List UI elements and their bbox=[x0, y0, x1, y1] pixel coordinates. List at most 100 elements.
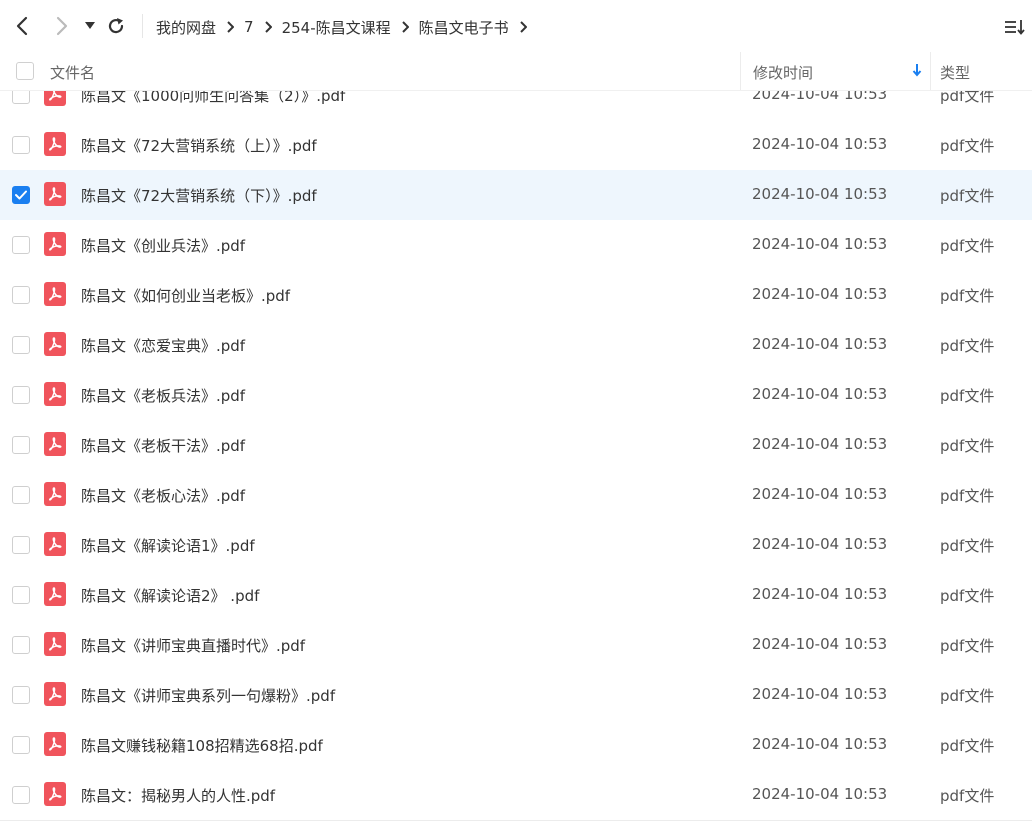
breadcrumb: 我的网盘 7 254-陈昌文课程 陈昌文电子书 bbox=[156, 15, 537, 39]
chevron-right-icon bbox=[56, 16, 68, 36]
file-type: pdf文件 bbox=[940, 387, 995, 405]
file-row[interactable]: 陈昌文《创业兵法》.pdf 2024-10-04 10:53 pdf文件 bbox=[0, 220, 1032, 270]
sort-options-button[interactable] bbox=[1004, 16, 1026, 38]
pdf-file-icon bbox=[44, 682, 66, 706]
column-header-time-label: 修改时间 bbox=[753, 64, 814, 82]
pdf-file-icon bbox=[44, 532, 66, 556]
pdf-file-icon bbox=[44, 732, 66, 756]
pdf-file-icon bbox=[44, 382, 66, 406]
file-row[interactable]: 陈昌文《讲师宝典系列一句爆粉》.pdf 2024-10-04 10:53 pdf文件 bbox=[0, 670, 1032, 720]
file-type: pdf文件 bbox=[940, 337, 995, 355]
column-header-name[interactable]: 文件名 bbox=[50, 62, 95, 83]
file-row[interactable]: 陈昌文《老板兵法》.pdf 2024-10-04 10:53 pdf文件 bbox=[0, 370, 1032, 420]
file-type: pdf文件 bbox=[940, 687, 995, 705]
file-name[interactable]: 陈昌文《72大营销系统（下）》.pdf bbox=[81, 185, 317, 206]
file-row[interactable]: 陈昌文《讲师宝典直播时代》.pdf 2024-10-04 10:53 pdf文件 bbox=[0, 620, 1032, 670]
file-row-checkbox[interactable] bbox=[12, 536, 30, 554]
file-row[interactable]: 陈昌文《72大营销系统（下）》.pdf 2024-10-04 10:53 pdf文件 bbox=[0, 170, 1032, 220]
file-name[interactable]: 陈昌文《老板干法》.pdf bbox=[81, 435, 245, 456]
pdf-file-icon bbox=[44, 232, 66, 256]
file-modified-time: 2024-10-04 10:53 bbox=[752, 635, 888, 653]
file-type: pdf文件 bbox=[940, 187, 995, 205]
file-name[interactable]: 陈昌文《讲师宝典直播时代》.pdf bbox=[81, 635, 305, 656]
file-name[interactable]: 陈昌文《72大营销系统（上）》.pdf bbox=[81, 135, 317, 156]
pdf-file-icon bbox=[44, 582, 66, 606]
forward-button[interactable] bbox=[50, 13, 74, 39]
breadcrumb-item-course[interactable]: 254-陈昌文课程 bbox=[282, 17, 391, 38]
file-row[interactable]: 陈昌文《解读论语2》 .pdf 2024-10-04 10:53 pdf文件 bbox=[0, 570, 1032, 620]
file-row[interactable]: 陈昌文《老板干法》.pdf 2024-10-04 10:53 pdf文件 bbox=[0, 420, 1032, 470]
file-name[interactable]: 陈昌文《如何创业当老板》.pdf bbox=[81, 285, 290, 306]
file-row-checkbox[interactable] bbox=[12, 286, 30, 304]
file-row[interactable]: 陈昌文《如何创业当老板》.pdf 2024-10-04 10:53 pdf文件 bbox=[0, 270, 1032, 320]
chevron-right-icon bbox=[401, 21, 409, 33]
pdf-file-icon bbox=[44, 182, 66, 206]
pdf-file-icon bbox=[44, 782, 66, 806]
file-type: pdf文件 bbox=[940, 137, 995, 155]
file-row-checkbox[interactable] bbox=[12, 336, 30, 354]
file-modified-time: 2024-10-04 10:53 bbox=[752, 785, 888, 803]
file-row-checkbox[interactable] bbox=[12, 136, 30, 154]
file-row-checkbox[interactable] bbox=[12, 186, 30, 204]
file-name[interactable]: 陈昌文《解读论语1》.pdf bbox=[81, 535, 255, 556]
file-modified-time: 2024-10-04 10:53 bbox=[752, 435, 888, 453]
file-row[interactable]: 陈昌文《72大营销系统（上）》.pdf 2024-10-04 10:53 pdf文件 bbox=[0, 120, 1032, 170]
file-row-checkbox[interactable] bbox=[12, 436, 30, 454]
file-row-checkbox[interactable] bbox=[12, 736, 30, 754]
pdf-file-icon bbox=[44, 482, 66, 506]
column-header-time[interactable]: 修改时间 bbox=[740, 52, 931, 90]
file-name[interactable]: 陈昌文《老板心法》.pdf bbox=[81, 485, 245, 506]
sort-descending-icon bbox=[912, 64, 922, 77]
pdf-file-icon bbox=[44, 332, 66, 356]
file-name[interactable]: 陈昌文：揭秘男人的人性.pdf bbox=[81, 785, 275, 806]
file-type: pdf文件 bbox=[940, 537, 995, 555]
back-button[interactable] bbox=[10, 13, 34, 39]
file-row-checkbox[interactable] bbox=[12, 236, 30, 254]
pdf-file-icon bbox=[44, 132, 66, 156]
file-modified-time: 2024-10-04 10:53 bbox=[752, 735, 888, 753]
file-row[interactable]: 陈昌文赚钱秘籍108招精选68招.pdf 2024-10-04 10:53 pdf文… bbox=[0, 720, 1032, 770]
file-modified-time: 2024-10-04 10:53 bbox=[752, 385, 888, 403]
file-modified-time: 2024-10-04 10:53 bbox=[752, 135, 888, 153]
file-name[interactable]: 陈昌文赚钱秘籍108招精选68招.pdf bbox=[81, 735, 323, 756]
chevron-left-icon bbox=[16, 16, 28, 36]
pdf-file-icon bbox=[44, 432, 66, 456]
refresh-icon bbox=[108, 18, 124, 34]
file-type: pdf文件 bbox=[940, 487, 995, 505]
file-name[interactable]: 陈昌文《创业兵法》.pdf bbox=[81, 235, 245, 256]
chevron-right-icon[interactable] bbox=[519, 21, 527, 33]
file-name[interactable]: 陈昌文《解读论语2》 .pdf bbox=[81, 585, 259, 606]
file-modified-time: 2024-10-04 10:53 bbox=[752, 335, 888, 353]
file-row[interactable]: 陈昌文：揭秘男人的人性.pdf 2024-10-04 10:53 pdf文件 bbox=[0, 770, 1032, 820]
file-type: pdf文件 bbox=[940, 637, 995, 655]
file-row[interactable]: 陈昌文《解读论语1》.pdf 2024-10-04 10:53 pdf文件 bbox=[0, 520, 1032, 570]
file-row-checkbox[interactable] bbox=[12, 786, 30, 804]
file-row-checkbox[interactable] bbox=[12, 486, 30, 504]
history-dropdown-button[interactable] bbox=[80, 13, 100, 39]
file-type: pdf文件 bbox=[940, 437, 995, 455]
file-row[interactable]: 陈昌文《老板心法》.pdf 2024-10-04 10:53 pdf文件 bbox=[0, 470, 1032, 520]
file-modified-time: 2024-10-04 10:53 bbox=[752, 485, 888, 503]
select-all-checkbox[interactable] bbox=[16, 62, 34, 80]
file-name[interactable]: 陈昌文《恋爱宝典》.pdf bbox=[81, 335, 245, 356]
toolbar: 我的网盘 7 254-陈昌文课程 陈昌文电子书 bbox=[0, 0, 1032, 53]
toolbar-divider bbox=[142, 14, 143, 38]
file-row[interactable]: 陈昌文《恋爱宝典》.pdf 2024-10-04 10:53 pdf文件 bbox=[0, 320, 1032, 370]
file-name[interactable]: 陈昌文《讲师宝典系列一句爆粉》.pdf bbox=[81, 685, 335, 706]
breadcrumb-item-7[interactable]: 7 bbox=[244, 18, 254, 36]
file-type: pdf文件 bbox=[940, 787, 995, 805]
file-row-checkbox[interactable] bbox=[12, 636, 30, 654]
chevron-right-icon bbox=[264, 21, 272, 33]
file-modified-time: 2024-10-04 10:53 bbox=[752, 685, 888, 703]
file-row-checkbox[interactable] bbox=[12, 386, 30, 404]
file-row-checkbox[interactable] bbox=[12, 586, 30, 604]
breadcrumb-item-current[interactable]: 陈昌文电子书 bbox=[419, 17, 509, 38]
file-name[interactable]: 陈昌文《老板兵法》.pdf bbox=[81, 385, 245, 406]
file-type: pdf文件 bbox=[940, 287, 995, 305]
refresh-button[interactable] bbox=[104, 13, 128, 39]
pdf-file-icon bbox=[44, 632, 66, 656]
breadcrumb-item-root[interactable]: 我的网盘 bbox=[156, 17, 216, 38]
column-header-type[interactable]: 类型 bbox=[940, 62, 970, 83]
file-row-checkbox[interactable] bbox=[12, 686, 30, 704]
file-type: pdf文件 bbox=[940, 737, 995, 755]
